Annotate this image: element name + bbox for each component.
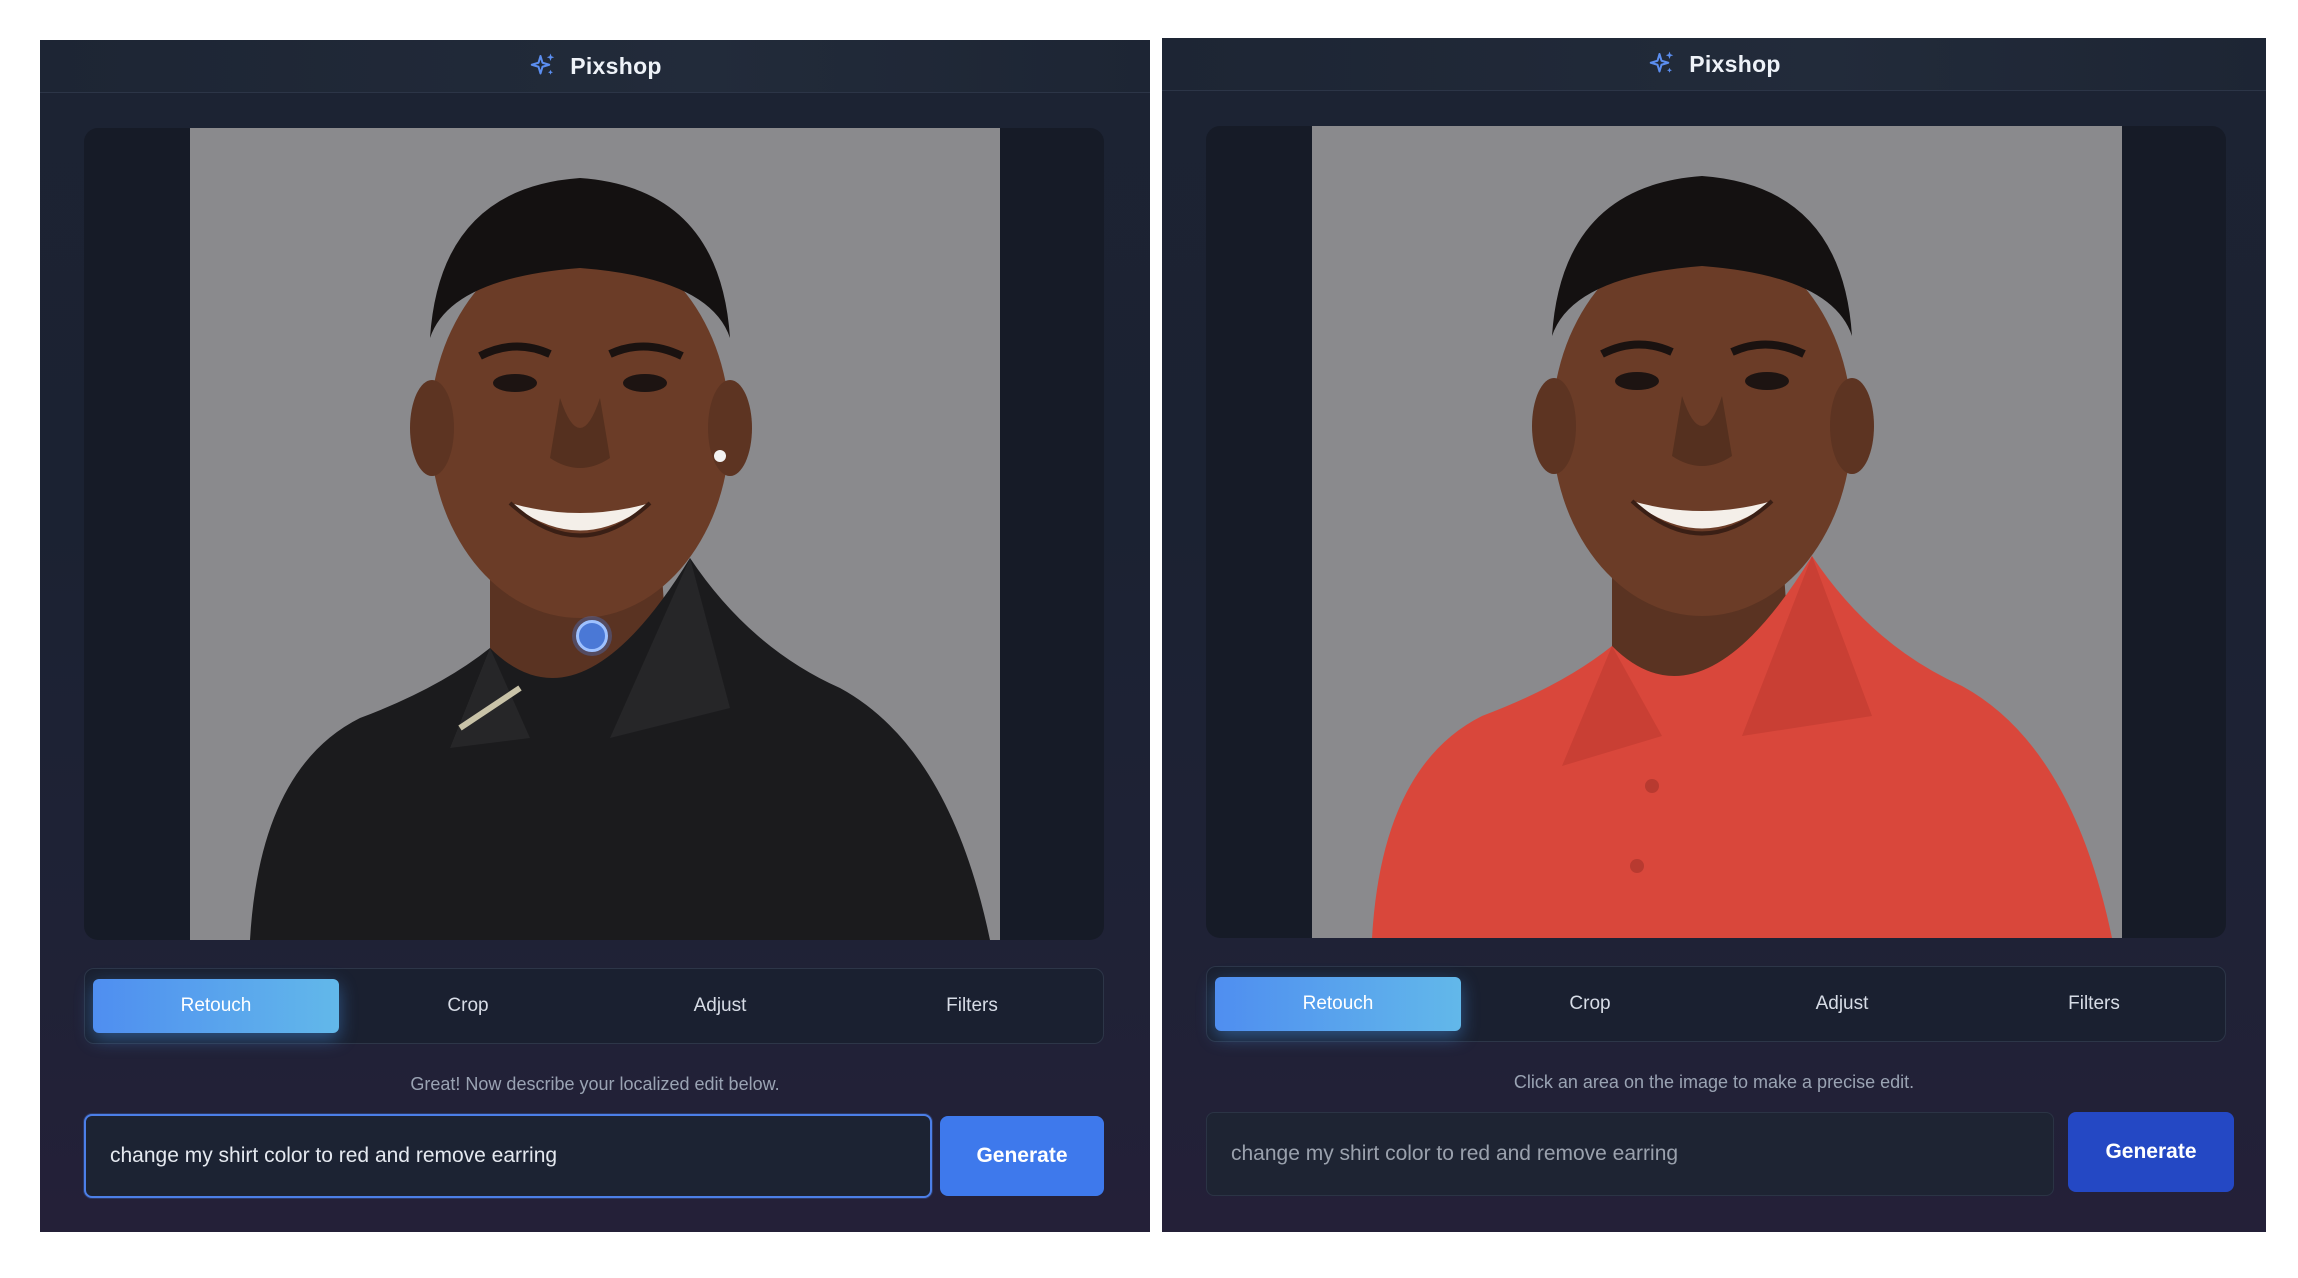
image-canvas[interactable]	[1206, 126, 2226, 938]
tab-crop[interactable]: Crop	[1467, 977, 1713, 1031]
editor-panel-after: Pixshop Retouch Crop Adjust Filters Clic…	[1162, 38, 2266, 1232]
edit-prompt-input[interactable]	[84, 1114, 932, 1198]
portrait-photo[interactable]	[190, 128, 1000, 940]
tab-adjust[interactable]: Adjust	[597, 979, 843, 1033]
tab-crop[interactable]: Crop	[345, 979, 591, 1033]
tool-tabs: Retouch Crop Adjust Filters	[1206, 966, 2226, 1042]
app-header: Pixshop	[40, 40, 1150, 93]
app-title: Pixshop	[1689, 50, 1781, 77]
tab-adjust[interactable]: Adjust	[1719, 977, 1965, 1031]
instruction-hint: Great! Now describe your localized edit …	[410, 1074, 780, 1094]
edit-prompt-input[interactable]	[1206, 1112, 2054, 1196]
edit-point-marker[interactable]	[576, 620, 608, 652]
editor-panel-before: Pixshop Retouch Crop Adjust Filters Grea…	[40, 40, 1150, 1232]
tab-filters[interactable]: Filters	[849, 979, 1095, 1033]
app-title: Pixshop	[570, 52, 662, 79]
sparkles-icon	[530, 53, 555, 75]
tab-retouch[interactable]: Retouch	[93, 979, 339, 1033]
image-canvas[interactable]	[84, 128, 1104, 940]
app-header: Pixshop	[1162, 38, 2266, 91]
sparkles-icon	[1649, 51, 1674, 73]
portrait-photo[interactable]	[1312, 126, 2122, 938]
tool-tabs: Retouch Crop Adjust Filters	[84, 968, 1104, 1044]
generate-button[interactable]: Generate	[2068, 1112, 2234, 1192]
generate-button[interactable]: Generate	[940, 1116, 1104, 1196]
instruction-hint: Click an area on the image to make a pre…	[1513, 1072, 1915, 1092]
tab-retouch[interactable]: Retouch	[1215, 977, 1461, 1031]
tab-filters[interactable]: Filters	[1971, 977, 2217, 1031]
